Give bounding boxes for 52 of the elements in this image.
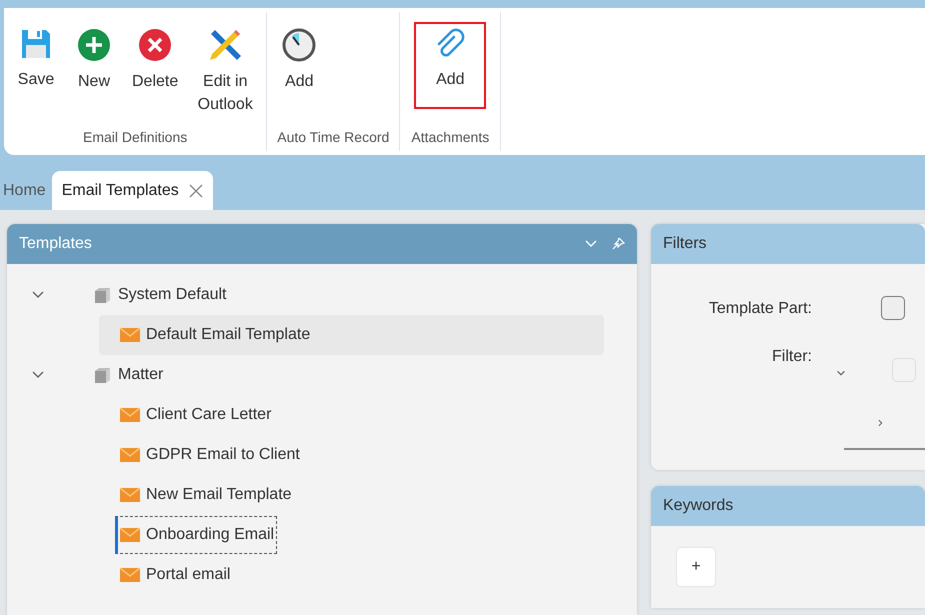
panel-title: Keywords bbox=[663, 497, 734, 515]
ribbon-button[interactable]: New bbox=[66, 20, 122, 101]
tab[interactable]: Email Templates bbox=[52, 171, 213, 210]
envelope-icon bbox=[120, 567, 140, 583]
ribbon-button[interactable]: Add bbox=[271, 20, 328, 101]
envelope-icon bbox=[120, 487, 140, 503]
chevron-down-icon[interactable] bbox=[31, 290, 45, 300]
chevron-down-icon[interactable] bbox=[835, 368, 847, 378]
add-icon bbox=[77, 28, 111, 62]
tree-item[interactable]: Matter bbox=[118, 366, 164, 384]
group-label: Email Definitions bbox=[82, 129, 188, 147]
envelope-icon bbox=[120, 527, 140, 543]
ribbon-button[interactable]: Add bbox=[414, 22, 486, 109]
ribbon-button[interactable]: Save bbox=[8, 20, 64, 99]
ribbon-button[interactable]: Edit in Outlook bbox=[188, 20, 262, 124]
delete-icon bbox=[138, 28, 172, 62]
folder-icon bbox=[92, 285, 112, 305]
panel-title: Templates bbox=[19, 235, 93, 253]
tree-item[interactable]: Default Email Template bbox=[99, 315, 604, 355]
tree-item[interactable]: GDPR Email to Client bbox=[99, 435, 604, 475]
chevron-down-icon[interactable] bbox=[31, 370, 45, 380]
field-label: Filter: bbox=[772, 348, 812, 366]
envelope-icon bbox=[120, 327, 140, 343]
ribbon-button[interactable]: Delete bbox=[124, 20, 186, 101]
envelope-icon bbox=[120, 407, 140, 423]
field-label: Template Part: bbox=[708, 300, 812, 318]
tree-item[interactable]: Portal email bbox=[99, 555, 604, 595]
add-keyword-button[interactable]: + bbox=[677, 548, 715, 586]
close-icon[interactable] bbox=[188, 184, 203, 198]
chevron-down-icon[interactable] bbox=[585, 240, 597, 248]
group-label: Attachments bbox=[410, 129, 490, 147]
tree-item-label: GDPR Email to Client bbox=[146, 446, 300, 464]
tree-item-label: Onboarding Email bbox=[146, 526, 274, 544]
tree-item[interactable]: Onboarding Email bbox=[99, 515, 604, 555]
tree-item-label: Client Care Letter bbox=[146, 406, 272, 424]
panel-title: Filters bbox=[663, 235, 708, 253]
tree-item-label: Default Email Template bbox=[146, 326, 310, 344]
clock-icon bbox=[282, 28, 316, 62]
tree-item[interactable]: System Default bbox=[118, 286, 226, 304]
tab-label: Home bbox=[3, 182, 46, 200]
folder-icon bbox=[92, 365, 112, 385]
tree-item-label: Portal email bbox=[146, 566, 230, 584]
ruler-pencil-icon bbox=[208, 28, 242, 62]
pin-icon[interactable] bbox=[611, 237, 625, 251]
tree-item-label: New Email Template bbox=[146, 486, 292, 504]
tab-label: Email Templates bbox=[62, 182, 179, 200]
tree-item[interactable]: New Email Template bbox=[99, 475, 604, 515]
tree-item[interactable]: Client Care Letter bbox=[99, 395, 604, 435]
group-label: Auto Time Record bbox=[276, 129, 390, 147]
checkbox[interactable] bbox=[881, 296, 905, 320]
tab[interactable]: Home bbox=[0, 171, 52, 210]
envelope-icon bbox=[120, 447, 140, 463]
